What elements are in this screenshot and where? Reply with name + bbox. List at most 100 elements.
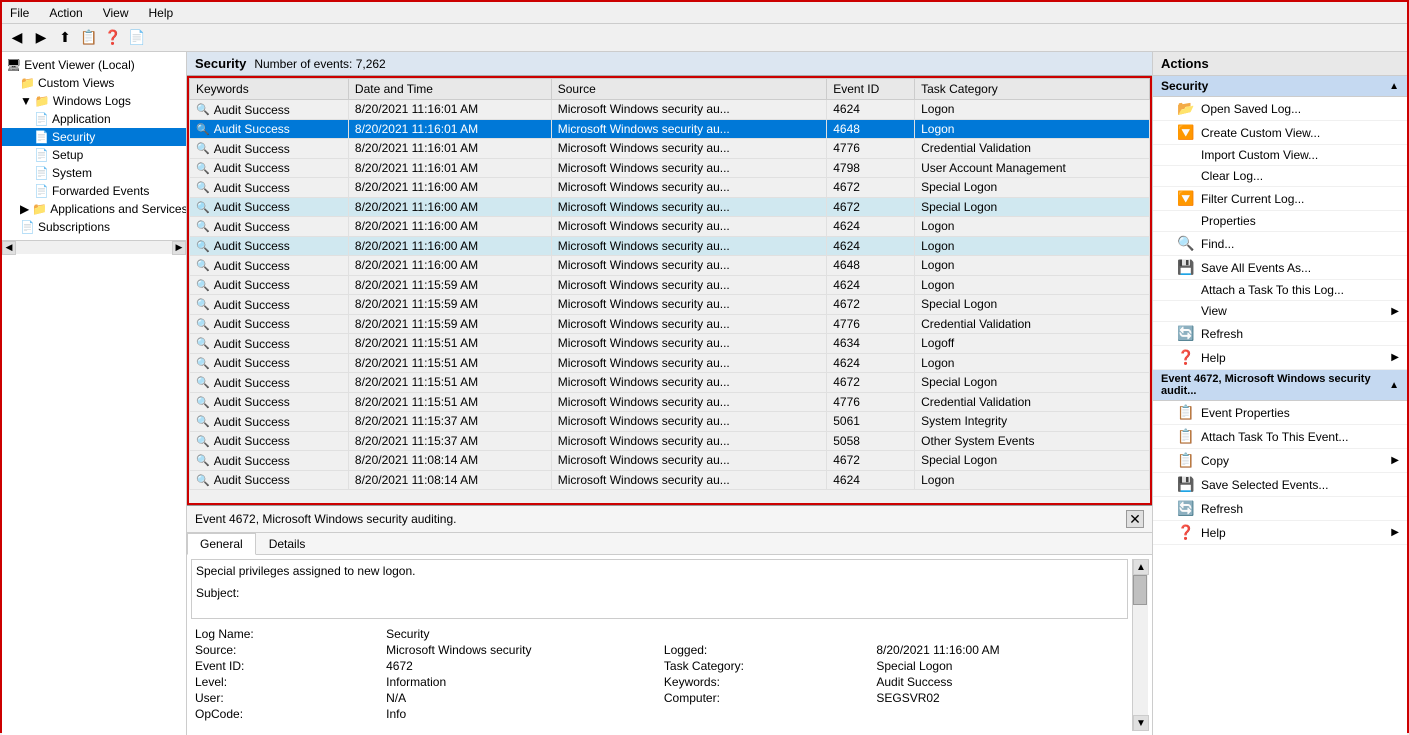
table-row[interactable]: Audit Success8/20/2021 11:16:00 AMMicros…: [190, 178, 1150, 198]
action-find[interactable]: 🔍 Find...: [1153, 232, 1407, 256]
table-row[interactable]: Audit Success8/20/2021 11:08:14 AMMicros…: [190, 451, 1150, 471]
table-row[interactable]: Audit Success8/20/2021 11:16:01 AMMicros…: [190, 139, 1150, 159]
toolbar-forward[interactable]: ▶: [30, 27, 52, 49]
attach-task-event-label: Attach Task To This Event...: [1201, 430, 1348, 444]
table-row[interactable]: Audit Success8/20/2021 11:15:51 AMMicros…: [190, 373, 1150, 393]
action-create-custom-view[interactable]: 🔽 Create Custom View...: [1153, 121, 1407, 145]
table-cell: 4624: [827, 353, 915, 373]
tree-subscriptions[interactable]: 📄 Subscriptions: [2, 218, 186, 236]
table-cell: Audit Success: [190, 314, 349, 334]
action-view[interactable]: View ▶: [1153, 301, 1407, 322]
action-help2[interactable]: ❓ Help ▶: [1153, 521, 1407, 545]
tree-event-viewer[interactable]: 🖥 Event Viewer (Local): [2, 56, 186, 74]
security-section-label: Security: [1161, 79, 1208, 93]
scroll-up-btn[interactable]: ▲: [1133, 559, 1149, 575]
scroll-down-btn[interactable]: ▼: [1133, 715, 1149, 731]
table-cell: Microsoft Windows security au...: [551, 197, 827, 217]
log-name-value: Security: [386, 627, 656, 641]
tree-forwarded-events[interactable]: 📄 Forwarded Events: [2, 182, 186, 200]
scroll-thumb[interactable]: [1133, 575, 1147, 605]
help-icon: ❓: [1177, 349, 1195, 366]
action-save-selected-events[interactable]: 💾 Save Selected Events...: [1153, 473, 1407, 497]
tree-windows-logs[interactable]: ▼ 📁 Windows Logs: [2, 92, 186, 110]
action-copy[interactable]: 📋 Copy ▶: [1153, 449, 1407, 473]
actions-section-event[interactable]: Event 4672, Microsoft Windows security a…: [1153, 370, 1407, 401]
table-cell: Logon: [915, 353, 1150, 373]
view-arrow-icon: ▶: [1391, 306, 1399, 317]
table-cell: Logoff: [915, 334, 1150, 354]
left-panel-scrollbar[interactable]: ◀ ▶: [2, 240, 186, 254]
table-cell: Microsoft Windows security au...: [551, 178, 827, 198]
tab-details[interactable]: Details: [256, 533, 319, 554]
action-event-properties[interactable]: 📋 Event Properties: [1153, 401, 1407, 425]
table-cell: Audit Success: [190, 100, 349, 120]
table-cell: Audit Success: [190, 373, 349, 393]
table-cell: Microsoft Windows security au...: [551, 139, 827, 159]
tree-expand-icon: 🖥: [6, 58, 21, 72]
table-row[interactable]: Audit Success8/20/2021 11:16:00 AMMicros…: [190, 197, 1150, 217]
tree-security[interactable]: 📄 Security: [2, 128, 186, 146]
table-row[interactable]: Audit Success8/20/2021 11:16:00 AMMicros…: [190, 236, 1150, 256]
action-import-custom-view[interactable]: Import Custom View...: [1153, 145, 1407, 166]
table-row[interactable]: Audit Success8/20/2021 11:16:01 AMMicros…: [190, 158, 1150, 178]
events-table-container[interactable]: Keywords Date and Time Source Event ID T…: [187, 76, 1152, 505]
table-row[interactable]: Audit Success8/20/2021 11:16:01 AMMicros…: [190, 100, 1150, 120]
table-cell: 8/20/2021 11:16:00 AM: [348, 178, 551, 198]
table-row[interactable]: Audit Success8/20/2021 11:15:37 AMMicros…: [190, 412, 1150, 432]
tree-custom-views[interactable]: 📁 Custom Views: [2, 74, 186, 92]
event-section-arrow: ▲: [1389, 380, 1399, 391]
table-row[interactable]: Audit Success8/20/2021 11:15:37 AMMicros…: [190, 431, 1150, 451]
toolbar-back[interactable]: ◀: [6, 27, 28, 49]
help2-label: Help: [1201, 526, 1226, 540]
tab-general[interactable]: General: [187, 533, 256, 555]
scroll-left-btn[interactable]: ◀: [2, 241, 16, 255]
action-refresh2[interactable]: 🔄 Refresh: [1153, 497, 1407, 521]
menu-file[interactable]: File: [6, 6, 33, 20]
table-row[interactable]: Audit Success8/20/2021 11:15:51 AMMicros…: [190, 392, 1150, 412]
action-attach-task[interactable]: Attach a Task To this Log...: [1153, 280, 1407, 301]
table-row[interactable]: Audit Success8/20/2021 11:15:51 AMMicros…: [190, 334, 1150, 354]
table-cell: 4672: [827, 295, 915, 315]
table-cell: 4624: [827, 100, 915, 120]
menu-help[interactable]: Help: [145, 6, 178, 20]
action-filter-current-log[interactable]: 🔽 Filter Current Log...: [1153, 187, 1407, 211]
toolbar-up[interactable]: ⬆: [54, 27, 76, 49]
table-row[interactable]: Audit Success8/20/2021 11:15:59 AMMicros…: [190, 295, 1150, 315]
tree-setup[interactable]: 📄 Setup: [2, 146, 186, 164]
table-cell: 4648: [827, 256, 915, 276]
scroll-right-btn[interactable]: ▶: [172, 241, 186, 255]
menu-action[interactable]: Action: [45, 6, 86, 20]
table-cell: Special Logon: [915, 197, 1150, 217]
table-row[interactable]: Audit Success8/20/2021 11:08:14 AMMicros…: [190, 470, 1150, 490]
toolbar-help[interactable]: ❓: [102, 27, 124, 49]
toolbar-copy[interactable]: 📋: [78, 27, 100, 49]
action-open-saved-log[interactable]: 📂 Open Saved Log...: [1153, 97, 1407, 121]
action-save-all-events[interactable]: 💾 Save All Events As...: [1153, 256, 1407, 280]
table-row[interactable]: Audit Success8/20/2021 11:16:01 AMMicros…: [190, 119, 1150, 139]
tree-application[interactable]: 📄 Application: [2, 110, 186, 128]
table-cell: Special Logon: [915, 295, 1150, 315]
tree-root: 🖥 Event Viewer (Local) 📁 Custom Views ▼ …: [2, 52, 186, 240]
action-help[interactable]: ❓ Help ▶: [1153, 346, 1407, 370]
toolbar-new[interactable]: 📄: [126, 27, 148, 49]
actions-section-security[interactable]: Security ▲: [1153, 76, 1407, 97]
table-row[interactable]: Audit Success8/20/2021 11:16:00 AMMicros…: [190, 217, 1150, 237]
menu-view[interactable]: View: [99, 6, 133, 20]
action-clear-log[interactable]: Clear Log...: [1153, 166, 1407, 187]
table-row[interactable]: Audit Success8/20/2021 11:16:00 AMMicros…: [190, 256, 1150, 276]
detail-close-btn[interactable]: ✕: [1126, 510, 1144, 528]
filter-current-log-icon: 🔽: [1177, 190, 1195, 207]
tree-system[interactable]: 📄 System: [2, 164, 186, 182]
table-row[interactable]: Audit Success8/20/2021 11:15:51 AMMicros…: [190, 353, 1150, 373]
action-refresh[interactable]: 🔄 Refresh: [1153, 322, 1407, 346]
table-row[interactable]: Audit Success8/20/2021 11:15:59 AMMicros…: [190, 314, 1150, 334]
table-cell: 8/20/2021 11:15:59 AM: [348, 275, 551, 295]
table-cell: 4798: [827, 158, 915, 178]
tree-applications-services[interactable]: ▶ 📁 Applications and Services Lo: [2, 200, 186, 218]
action-attach-task-event[interactable]: 📋 Attach Task To This Event...: [1153, 425, 1407, 449]
taskcategory-label: Task Category:: [664, 659, 868, 673]
action-properties[interactable]: Properties: [1153, 211, 1407, 232]
table-cell: Logon: [915, 236, 1150, 256]
detail-scrollbar[interactable]: ▲ ▼: [1132, 559, 1148, 731]
table-row[interactable]: Audit Success8/20/2021 11:15:59 AMMicros…: [190, 275, 1150, 295]
